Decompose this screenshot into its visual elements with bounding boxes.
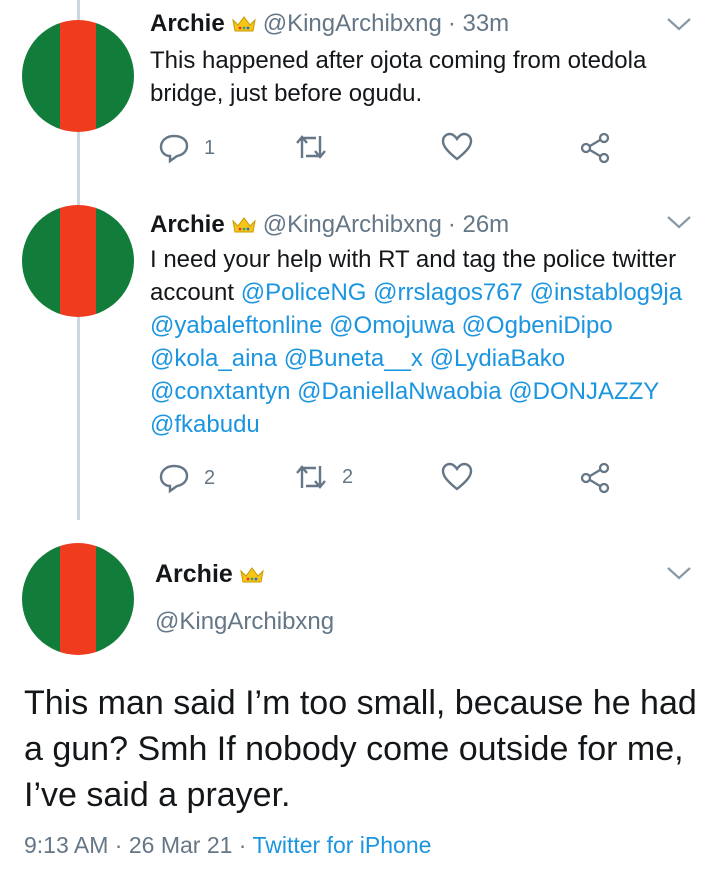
avatar[interactable] [22, 20, 134, 132]
tweet-date: 26 Mar 21 [128, 832, 233, 858]
reply-button[interactable]: 1 [158, 132, 215, 164]
chevron-down-icon[interactable] [666, 214, 692, 230]
mention-link[interactable]: @OgbeniDipo [462, 312, 613, 339]
crown-icon [231, 16, 256, 32]
author-handle[interactable]: @KingArchibxng [263, 211, 442, 239]
author-handle[interactable]: @KingArchibxng [263, 10, 442, 38]
mention-link[interactable]: @fkabudu [150, 411, 260, 438]
tweet-text: I need your help with RT and tag the pol… [150, 243, 710, 441]
retweet-icon [296, 465, 326, 489]
reply-button[interactable]: 2 [158, 462, 215, 494]
avatar[interactable] [22, 205, 134, 317]
tweet-text: This happened after ojota coming from ot… [150, 47, 647, 107]
tweet-meta: 9:13 AM · 26 Mar 21 · Twitter for iPhone [24, 832, 431, 859]
like-button[interactable] [441, 132, 473, 162]
mention-link[interactable]: @Omojuwa [329, 312, 455, 339]
mention-link[interactable]: @yabaleftonline [150, 312, 322, 339]
source-link[interactable]: Twitter for iPhone [252, 832, 431, 858]
share-icon [580, 462, 610, 494]
retweet-button[interactable] [294, 132, 342, 162]
tweet-header: Archie @KingArchibxng · 33m [150, 10, 509, 38]
author-name[interactable]: Archie [155, 560, 233, 589]
mention-link[interactable]: @PoliceNG [241, 279, 367, 306]
tweet-time: · 26m [447, 211, 510, 238]
avatar[interactable] [22, 543, 134, 655]
mention-link[interactable]: @conxtantyn [150, 378, 290, 405]
separator: · [238, 832, 247, 858]
mention-link[interactable]: @DaniellaNwaobia [297, 378, 501, 405]
share-button[interactable] [580, 462, 610, 494]
mention-link[interactable]: @DONJAZZY [508, 378, 659, 405]
mention-link[interactable]: @kola_aina [150, 345, 277, 372]
mention-link[interactable]: @Buneta__x [284, 345, 423, 372]
tweet-actions: 2 2 [158, 462, 628, 498]
chevron-down-icon[interactable] [666, 565, 692, 581]
share-button[interactable] [580, 132, 610, 164]
crown-icon [231, 217, 256, 233]
main-author: Archie [155, 560, 265, 589]
share-icon [580, 132, 610, 164]
author-handle[interactable]: @KingArchibxng [155, 608, 334, 636]
separator: · [114, 832, 123, 858]
main-tweet-text: This man said I’m too small, because he … [24, 684, 697, 814]
crown-icon [240, 566, 264, 582]
retweet-icon [296, 135, 326, 159]
reply-icon [159, 134, 189, 164]
tweet-header: Archie @KingArchibxng · 26m [150, 211, 509, 239]
like-button[interactable] [441, 462, 473, 492]
mention-link[interactable]: @rrslagos767 [373, 279, 523, 306]
reply-icon [159, 464, 189, 494]
reply-count: 1 [204, 136, 216, 159]
reply-count: 2 [204, 466, 216, 489]
mention-link[interactable]: @instablog9ja [530, 279, 682, 306]
tweet-time: · 33m [447, 10, 510, 37]
like-icon [441, 132, 473, 161]
author-name[interactable]: Archie [150, 211, 225, 239]
author-name[interactable]: Archie [150, 10, 225, 38]
tweet-actions: 1 [158, 132, 628, 168]
like-icon [441, 462, 473, 491]
chevron-down-icon[interactable] [666, 16, 692, 32]
tweet-time: 9:13 AM [24, 832, 109, 858]
retweet-count: 2 [342, 465, 354, 488]
retweet-button[interactable]: 2 [294, 462, 353, 492]
mention-link[interactable]: @LydiaBako [430, 345, 566, 372]
